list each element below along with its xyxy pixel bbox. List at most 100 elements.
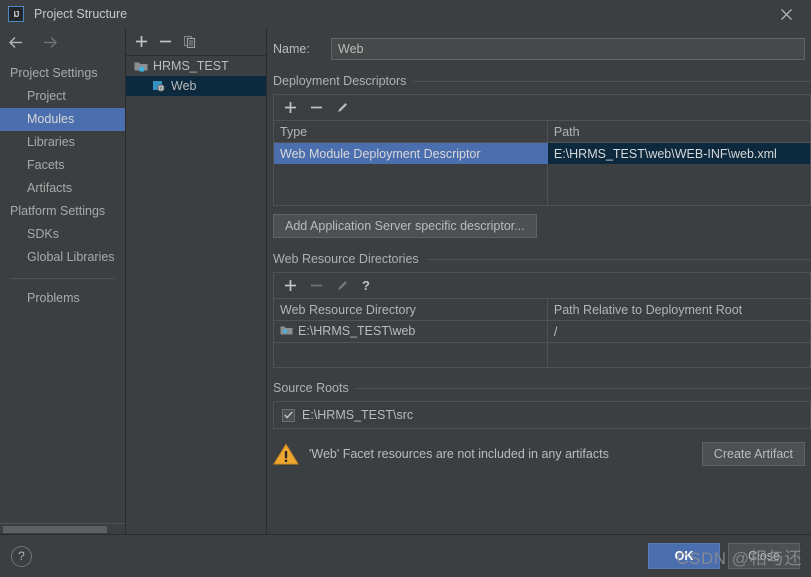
web-resource-directories-toolbar: ? xyxy=(274,273,810,299)
cell-relative-path: / xyxy=(547,320,810,343)
logo-text: IJ xyxy=(13,9,20,19)
remove-descriptor-button[interactable] xyxy=(310,101,323,114)
empty-cell xyxy=(547,164,810,205)
sidebar-item-sdks[interactable]: SDKs xyxy=(0,223,125,246)
column-header-type[interactable]: Type xyxy=(274,121,548,143)
module-tree-toolbar xyxy=(126,28,266,55)
source-root-checkbox[interactable] xyxy=(282,408,295,422)
source-roots-list: E:\HRMS_TEST\src xyxy=(273,401,811,429)
sidebar-item-libraries[interactable]: Libraries xyxy=(0,131,125,154)
remove-web-resource-button[interactable] xyxy=(310,279,323,292)
tree-node-label: Web xyxy=(171,79,197,93)
sidebar-item-label: Artifacts xyxy=(27,181,73,195)
tree-node-web-facet[interactable]: Web xyxy=(126,76,266,96)
web-resource-directories-table: Web Resource Directory Path Relative to … xyxy=(274,299,810,367)
web-resource-directory-text: E:\HRMS_TEST\web xyxy=(298,323,416,338)
sidebar-horizontal-scrollbar[interactable] xyxy=(0,523,125,534)
ok-button[interactable]: OK xyxy=(648,543,720,569)
dialog-body: Project Settings Project Modules Librari… xyxy=(0,28,811,534)
sidebar-item-label: Project xyxy=(27,89,66,103)
facet-warning-message: 'Web' Facet resources are not included i… xyxy=(309,447,609,461)
source-root-label: E:\HRMS_TEST\src xyxy=(302,408,414,422)
warning-triangle-icon xyxy=(273,443,299,464)
sidebar-item-label: Global Libraries xyxy=(27,250,115,264)
checkmark-icon xyxy=(284,411,293,419)
close-icon xyxy=(780,8,792,20)
sidebar-item-global-libraries[interactable]: Global Libraries xyxy=(0,246,125,269)
table-header-row: Web Resource Directory Path Relative to … xyxy=(274,299,810,321)
close-window-button[interactable] xyxy=(771,0,801,28)
empty-cell xyxy=(274,342,548,367)
arrow-right-icon[interactable] xyxy=(41,36,58,49)
sidebar-item-list: Project Settings Project Modules Librari… xyxy=(0,57,125,523)
name-row: Name: xyxy=(273,38,811,60)
section-label: Web Resource Directories xyxy=(273,252,419,266)
add-application-server-descriptor-button[interactable]: Add Application Server specific descript… xyxy=(273,214,537,238)
title-bar: IJ Project Structure xyxy=(0,0,811,28)
settings-sidebar: Project Settings Project Modules Librari… xyxy=(0,28,126,534)
facet-warning-row: 'Web' Facet resources are not included i… xyxy=(273,442,811,466)
column-header-web-resource-directory[interactable]: Web Resource Directory xyxy=(274,299,548,321)
web-resource-help-button[interactable]: ? xyxy=(362,279,370,292)
add-web-resource-button[interactable] xyxy=(284,279,297,292)
source-root-row[interactable]: E:\HRMS_TEST\src xyxy=(282,408,413,422)
table-empty-space xyxy=(274,164,810,205)
section-rule xyxy=(413,80,811,82)
sidebar-item-label: Libraries xyxy=(27,135,75,149)
sidebar-divider xyxy=(10,278,115,279)
web-resource-directories-section-title: Web Resource Directories xyxy=(273,252,811,266)
sidebar-item-label: Modules xyxy=(27,112,75,126)
section-label: Deployment Descriptors xyxy=(273,74,407,88)
empty-cell xyxy=(547,343,810,368)
tree-node-module[interactable]: HRMS_TEST xyxy=(126,56,266,76)
cell-descriptor-path: E:\HRMS_TEST\web\WEB-INF\web.xml xyxy=(547,142,810,164)
facet-settings-content: Name: Deployment Descriptors xyxy=(267,28,811,534)
module-tree: HRMS_TEST Web xyxy=(126,55,266,534)
web-resource-directories-panel: ? Web Resource Directory Path Relative t… xyxy=(273,272,811,368)
table-row[interactable]: Web Module Deployment Descriptor E:\HRMS… xyxy=(274,142,810,164)
name-label: Name: xyxy=(273,42,310,56)
intellij-logo-icon: IJ xyxy=(8,6,24,22)
copy-module-button[interactable] xyxy=(183,35,196,48)
deployment-descriptors-toolbar xyxy=(274,95,810,121)
sidebar-item-problems[interactable]: Problems xyxy=(0,287,125,310)
edit-web-resource-button[interactable] xyxy=(336,279,349,292)
footer-actions: OK Close xyxy=(648,543,800,569)
sidebar-item-project[interactable]: Project xyxy=(0,85,125,108)
help-button[interactable]: ? xyxy=(11,545,32,567)
cell-descriptor-type: Web Module Deployment Descriptor xyxy=(274,142,548,164)
cell-web-resource-directory: E:\HRMS_TEST\web xyxy=(274,320,548,343)
table-header-row: Type Path xyxy=(274,121,810,143)
sidebar-item-label: SDKs xyxy=(27,227,59,241)
add-module-button[interactable] xyxy=(135,35,148,48)
project-structure-dialog: IJ Project Structure Project Settings Pr… xyxy=(0,0,811,577)
sidebar-item-modules[interactable]: Modules xyxy=(0,108,125,131)
name-input[interactable] xyxy=(331,38,805,60)
column-header-relative-path[interactable]: Path Relative to Deployment Root xyxy=(547,299,810,321)
arrow-left-icon[interactable] xyxy=(8,36,25,49)
sidebar-item-label: Facets xyxy=(27,158,65,172)
table-empty-space xyxy=(274,342,810,368)
module-tree-panel: HRMS_TEST Web xyxy=(126,28,267,534)
edit-descriptor-button[interactable] xyxy=(336,101,349,114)
source-roots-section-title: Source Roots xyxy=(273,381,811,395)
create-artifact-button[interactable]: Create Artifact xyxy=(701,442,805,466)
remove-module-button[interactable] xyxy=(159,35,172,48)
sidebar-group-project-settings: Project Settings xyxy=(0,62,125,85)
section-label: Source Roots xyxy=(273,381,349,395)
deployment-descriptors-section-title: Deployment Descriptors xyxy=(273,74,811,88)
sidebar-navigation xyxy=(0,28,125,57)
dialog-footer: ? OK Close CSDN @相与还 xyxy=(0,534,811,577)
deployment-descriptors-table: Type Path Web Module Deployment Descript… xyxy=(274,121,810,205)
section-rule xyxy=(425,258,811,260)
close-button[interactable]: Close xyxy=(728,543,800,569)
table-row[interactable]: E:\HRMS_TEST\web / xyxy=(274,320,810,343)
web-facet-icon xyxy=(153,81,165,92)
scrollbar-thumb[interactable] xyxy=(3,526,107,533)
column-header-path[interactable]: Path xyxy=(547,121,810,143)
add-descriptor-button[interactable] xyxy=(284,101,297,114)
sidebar-item-artifacts[interactable]: Artifacts xyxy=(0,177,125,200)
sidebar-item-facets[interactable]: Facets xyxy=(0,154,125,177)
sidebar-group-platform-settings: Platform Settings xyxy=(0,200,125,223)
folder-icon xyxy=(280,326,293,335)
